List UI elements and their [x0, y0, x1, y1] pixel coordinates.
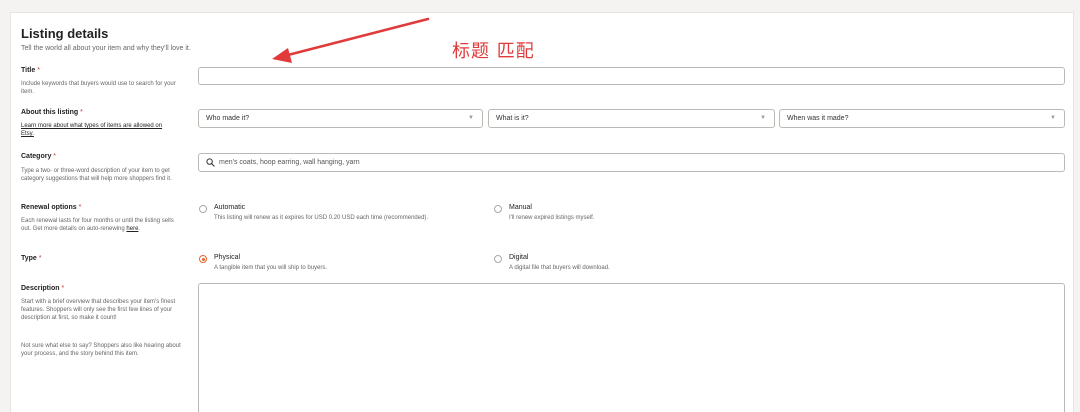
- category-label: Category *: [21, 153, 57, 160]
- chevron-down-icon: ▼: [468, 115, 474, 121]
- description-help-1: Start with a brief overview that describ…: [21, 299, 176, 321]
- section-title: Listing details: [21, 26, 109, 41]
- required-mark: *: [37, 67, 40, 74]
- when-made-select[interactable]: When was it made? ▼: [779, 109, 1065, 128]
- category-help: Type a two- or three-word description of…: [21, 168, 172, 182]
- section-subtitle: Tell the world all about your item and w…: [21, 45, 191, 52]
- about-help-link[interactable]: Learn more about what types of items are…: [21, 123, 162, 137]
- renewal-help-link[interactable]: here: [126, 226, 138, 232]
- annotation-text: 标题 匹配: [452, 41, 535, 62]
- required-mark: *: [53, 153, 57, 160]
- search-icon: [206, 158, 215, 167]
- renewal-automatic-title: Automatic: [214, 204, 246, 211]
- description-label: Description *: [21, 285, 65, 292]
- type-digital-radio[interactable]: [494, 255, 502, 263]
- type-label: Type *: [21, 255, 42, 262]
- renewal-automatic-radio[interactable]: [199, 205, 207, 213]
- required-mark: *: [80, 109, 83, 116]
- type-digital-desc: A digital file that buyers will download…: [509, 265, 610, 271]
- renewal-manual-radio[interactable]: [494, 205, 502, 213]
- renewal-manual-title: Manual: [509, 204, 532, 211]
- what-is-it-select[interactable]: What is it? ▼: [488, 109, 775, 128]
- chevron-down-icon: ▼: [760, 115, 766, 121]
- who-made-select[interactable]: Who made it? ▼: [198, 109, 483, 128]
- renewal-automatic-desc: This listing will renew as it expires fo…: [214, 215, 429, 221]
- renewal-help: Each renewal lasts for four months or un…: [21, 218, 174, 232]
- about-label: About this listing *: [21, 109, 83, 116]
- renewal-label: Renewal options *: [21, 204, 82, 211]
- type-physical-desc: A tangible item that you will ship to bu…: [214, 265, 328, 271]
- chevron-down-icon: ▼: [1050, 115, 1056, 121]
- required-mark: *: [38, 255, 42, 262]
- type-physical-radio[interactable]: [199, 255, 207, 263]
- listing-details-card: Listing details Tell the world all about…: [10, 12, 1074, 412]
- category-search-input[interactable]: men's coats, hoop earring, wall hanging,…: [198, 153, 1065, 172]
- required-mark: *: [78, 204, 82, 211]
- description-help-2: Not sure what else to say? Shoppers also…: [21, 343, 181, 357]
- title-help: Include keywords that buyers would use t…: [21, 81, 176, 95]
- title-label: Title *: [21, 67, 40, 74]
- renewal-manual-desc: I'll renew expired listings myself.: [509, 215, 595, 221]
- type-digital-title: Digital: [509, 254, 529, 261]
- description-textarea[interactable]: [198, 283, 1065, 412]
- title-input[interactable]: [198, 67, 1065, 85]
- type-physical-title: Physical: [214, 254, 241, 261]
- category-placeholder: men's coats, hoop earring, wall hanging,…: [219, 159, 360, 166]
- about-help: Learn more about what types of items are…: [21, 122, 171, 138]
- required-mark: *: [61, 285, 65, 292]
